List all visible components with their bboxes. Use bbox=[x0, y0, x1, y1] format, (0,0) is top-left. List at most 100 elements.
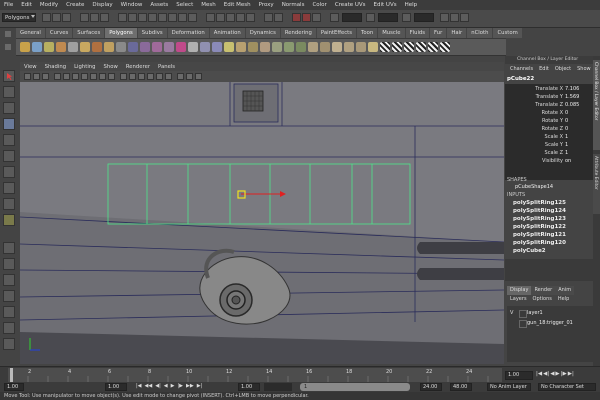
show-manip-icon[interactable] bbox=[3, 198, 15, 210]
use-all-lights-icon[interactable] bbox=[156, 73, 163, 80]
shadows-icon[interactable] bbox=[165, 73, 172, 80]
offset-loop-icon[interactable] bbox=[248, 42, 258, 52]
planar-map-icon[interactable] bbox=[392, 42, 402, 52]
render-current-icon[interactable] bbox=[292, 13, 301, 22]
toggle-tool-settings-icon[interactable] bbox=[450, 13, 459, 22]
toggle-sidebar-icon[interactable] bbox=[440, 13, 449, 22]
tab-anim[interactable]: Anim bbox=[555, 286, 575, 295]
menu-proxy[interactable]: Proxy bbox=[255, 2, 278, 8]
time-slider[interactable]: 2 4 6 8 10 12 14 16 18 20 22 24 1.00 |◀ … bbox=[0, 366, 600, 383]
menu-display[interactable]: Display bbox=[88, 2, 116, 8]
channel-menu-channels[interactable]: Channels bbox=[507, 66, 536, 74]
cylindrical-map-icon[interactable] bbox=[404, 42, 414, 52]
mask-joints-icon[interactable] bbox=[128, 13, 137, 22]
range-left-field[interactable] bbox=[264, 383, 292, 391]
tab-painteffects[interactable]: PaintEffects bbox=[316, 28, 357, 38]
gate-mask-icon[interactable] bbox=[81, 73, 88, 80]
layout-render-icon[interactable] bbox=[3, 338, 15, 350]
menu-edit-mesh[interactable]: Edit Mesh bbox=[220, 2, 255, 8]
history-node[interactable]: polySplitRing123 bbox=[513, 216, 566, 222]
attr-row[interactable]: Scale Z1 bbox=[505, 150, 593, 158]
universal-manip-icon[interactable] bbox=[3, 166, 15, 178]
menu-create[interactable]: Create bbox=[62, 2, 88, 8]
attr-row[interactable]: Rotate X0 bbox=[505, 110, 593, 118]
tab-rendering[interactable]: Rendering bbox=[280, 28, 316, 38]
poly-pipe-icon[interactable] bbox=[116, 42, 126, 52]
bool-icon[interactable] bbox=[176, 42, 186, 52]
select-hierarchy-icon[interactable] bbox=[80, 13, 89, 22]
layout-graph-icon[interactable] bbox=[3, 306, 15, 318]
layout-hypershade-icon[interactable] bbox=[3, 322, 15, 334]
range-play-forward-icon[interactable]: ▶ bbox=[171, 383, 175, 391]
attr-row[interactable]: Translate Y 1.569 bbox=[505, 94, 593, 102]
quadrangulate-icon[interactable] bbox=[296, 42, 306, 52]
tab-fur[interactable]: Fur bbox=[430, 28, 447, 38]
selected-object-name[interactable]: pCube22 bbox=[507, 76, 534, 82]
poly-cone-icon[interactable] bbox=[56, 42, 66, 52]
last-tool-icon[interactable] bbox=[3, 214, 15, 226]
z-field-icon[interactable] bbox=[402, 13, 411, 22]
combine-icon[interactable] bbox=[128, 42, 138, 52]
step-forward-icon[interactable]: |▶ bbox=[561, 371, 567, 380]
layer-name[interactable]: gun_18:trigger_01 bbox=[527, 320, 573, 326]
triangulate-icon[interactable] bbox=[284, 42, 294, 52]
field-chart-icon[interactable] bbox=[90, 73, 97, 80]
tab-curves[interactable]: Curves bbox=[45, 28, 73, 38]
viewport-menu-renderer[interactable]: Renderer bbox=[122, 64, 154, 70]
poly-prism-icon[interactable] bbox=[92, 42, 102, 52]
z-field-input[interactable] bbox=[414, 13, 434, 22]
layer-row[interactable]: gun_18:trigger_01 bbox=[507, 319, 593, 328]
wireframe-on-shaded-icon[interactable] bbox=[138, 73, 145, 80]
history-node[interactable]: polySplitRing124 bbox=[513, 208, 566, 214]
attr-row[interactable]: Rotate Y0 bbox=[505, 118, 593, 126]
bridge-icon[interactable] bbox=[200, 42, 210, 52]
xray-icon[interactable] bbox=[177, 73, 184, 80]
channel-menu-edit[interactable]: Edit bbox=[536, 66, 552, 74]
layer-menu-help[interactable]: Help bbox=[555, 296, 572, 304]
mask-surfaces-icon[interactable] bbox=[148, 13, 157, 22]
menu-edit[interactable]: Edit bbox=[17, 2, 36, 8]
soft-mod-icon[interactable] bbox=[3, 182, 15, 194]
mask-deformers-icon[interactable] bbox=[158, 13, 167, 22]
history-node[interactable]: polySplitRing120 bbox=[513, 240, 566, 246]
anim-layer-dropdown[interactable]: No Anim Layer bbox=[487, 383, 531, 391]
range-slider-handle[interactable]: 1 bbox=[300, 383, 410, 391]
construction-history-icon[interactable] bbox=[274, 13, 283, 22]
wedge-icon[interactable] bbox=[356, 42, 366, 52]
playback-end-field[interactable]: 24.00 bbox=[420, 383, 442, 391]
tab-ncloth[interactable]: nCloth bbox=[467, 28, 493, 38]
viewport-menu-panels[interactable]: Panels bbox=[154, 64, 179, 70]
tab-toon[interactable]: Toon bbox=[357, 28, 378, 38]
tab-fluids[interactable]: Fluids bbox=[405, 28, 430, 38]
extrude-icon[interactable] bbox=[188, 42, 198, 52]
safe-title-icon[interactable] bbox=[108, 73, 115, 80]
range-step-forward-icon[interactable]: |▶ bbox=[177, 383, 183, 391]
tab-polygons[interactable]: Polygons bbox=[105, 28, 137, 38]
tab-surfaces[interactable]: Surfaces bbox=[73, 28, 105, 38]
snap-grid-icon[interactable] bbox=[206, 13, 215, 22]
menu-create-uvs[interactable]: Create UVs bbox=[331, 2, 370, 8]
separate-icon[interactable] bbox=[140, 42, 150, 52]
split-icon[interactable] bbox=[224, 42, 234, 52]
save-scene-icon[interactable] bbox=[62, 13, 71, 22]
menu-window[interactable]: Window bbox=[117, 2, 147, 8]
channel-menu-show[interactable]: Show bbox=[574, 66, 594, 74]
attr-row[interactable]: Translate Z 0.085 bbox=[505, 102, 593, 110]
mask-curves-icon[interactable] bbox=[138, 13, 147, 22]
attr-row[interactable]: Scale Y1 bbox=[505, 142, 593, 150]
select-tool-icon[interactable] bbox=[3, 70, 15, 82]
range-go-to-end-icon[interactable]: ▶| bbox=[197, 383, 203, 391]
shelf-menu-icon[interactable] bbox=[5, 31, 11, 37]
range-play-backward-icon[interactable]: ◀ bbox=[164, 383, 168, 391]
viewport-menu-view[interactable]: View bbox=[20, 64, 41, 70]
tab-custom[interactable]: Custom bbox=[493, 28, 522, 38]
menu-file[interactable]: File bbox=[0, 2, 17, 8]
tab-animation[interactable]: Animation bbox=[209, 28, 245, 38]
tab-display[interactable]: Display bbox=[507, 286, 532, 295]
range-step-back-icon[interactable]: ◀| bbox=[155, 383, 161, 391]
open-scene-icon[interactable] bbox=[52, 13, 61, 22]
layout-outliner-icon[interactable] bbox=[3, 290, 15, 302]
paint-select-tool-icon[interactable] bbox=[3, 102, 15, 114]
tab-hair[interactable]: Hair bbox=[447, 28, 467, 38]
film-gate-icon[interactable] bbox=[63, 73, 70, 80]
